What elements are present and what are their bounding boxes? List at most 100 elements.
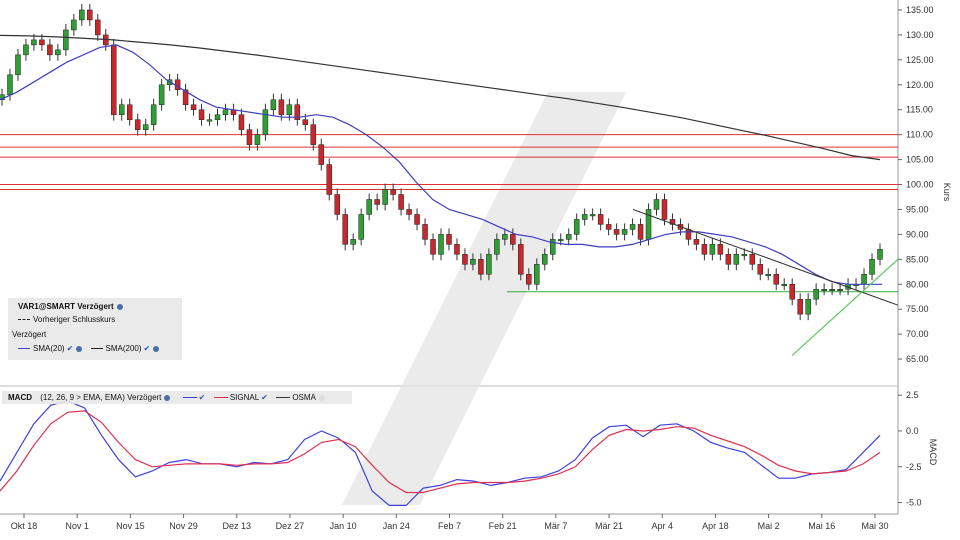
price-tick-label: 135.00 bbox=[906, 5, 934, 15]
candle-body bbox=[262, 109, 269, 135]
candle-body bbox=[7, 74, 13, 96]
x-tick-label: Feb 7 bbox=[438, 521, 461, 531]
candle-body bbox=[454, 244, 460, 255]
candle-body bbox=[206, 119, 213, 122]
candle-body bbox=[518, 244, 524, 275]
x-tick-label: Dez 13 bbox=[222, 521, 251, 531]
candle-body bbox=[565, 234, 572, 240]
candle-body bbox=[869, 259, 875, 275]
candle-body bbox=[693, 239, 700, 245]
price-tick-label: 80.00 bbox=[906, 279, 929, 289]
check-icon[interactable]: ✔ bbox=[261, 393, 268, 402]
candle-body bbox=[270, 99, 277, 110]
price-tick-label: 115.00 bbox=[906, 105, 933, 115]
candle-body bbox=[605, 224, 612, 230]
legend-title: VAR1@SMART Verzögert bbox=[18, 302, 114, 311]
candle-body bbox=[534, 264, 540, 285]
price-tick-label: 75.00 bbox=[906, 304, 929, 314]
candle-body bbox=[87, 9, 93, 21]
globe-icon[interactable] bbox=[76, 345, 83, 352]
candle-body bbox=[542, 254, 548, 265]
x-tick-label: Apr 18 bbox=[702, 521, 729, 531]
candle-body bbox=[79, 9, 85, 21]
candle-body bbox=[150, 104, 157, 125]
x-tick-label: Mai 16 bbox=[808, 521, 835, 531]
macd-legend-params: (12, 26, 9 > EMA, EMA) Verzögert bbox=[40, 393, 162, 402]
x-tick-label: Mär 7 bbox=[544, 521, 567, 531]
candle-body bbox=[510, 234, 516, 245]
price-tick-label: 70.00 bbox=[906, 329, 929, 339]
x-tick-label: Nov 1 bbox=[65, 521, 89, 531]
candle-body bbox=[621, 229, 628, 235]
candle-body bbox=[462, 254, 468, 265]
x-tick-label: Mai 2 bbox=[758, 521, 780, 531]
candle-body bbox=[805, 298, 811, 315]
candle-body bbox=[382, 189, 388, 205]
candle-body bbox=[278, 99, 285, 115]
candle-body bbox=[286, 104, 293, 115]
candle-body bbox=[358, 214, 364, 240]
candle-body bbox=[861, 274, 867, 285]
candle-body bbox=[613, 229, 620, 235]
x-tick-label: Nov 15 bbox=[116, 521, 145, 531]
candle-body bbox=[470, 259, 476, 265]
macd-legend-title: MACD bbox=[8, 393, 32, 402]
candle-body bbox=[765, 274, 772, 277]
candle-body bbox=[486, 254, 492, 275]
candle-body bbox=[797, 298, 803, 315]
candle-body bbox=[334, 194, 340, 215]
candle-body bbox=[63, 29, 69, 51]
check-icon[interactable]: ✔ bbox=[199, 393, 206, 402]
candle-body bbox=[557, 239, 564, 242]
candle-body bbox=[685, 229, 692, 240]
candle-body bbox=[781, 284, 787, 287]
globe-icon[interactable] bbox=[116, 303, 123, 310]
price-tick-label: 125.00 bbox=[906, 55, 934, 65]
candle-body bbox=[142, 124, 149, 130]
candle-body bbox=[597, 214, 604, 225]
candle-body bbox=[502, 234, 508, 240]
price-tick-label: 110.00 bbox=[906, 130, 933, 140]
globe-icon[interactable] bbox=[153, 345, 160, 352]
candle-body bbox=[342, 214, 348, 245]
candle-body bbox=[526, 274, 532, 285]
candle-body bbox=[318, 144, 325, 165]
check-icon[interactable]: ✔ bbox=[144, 344, 151, 353]
candle-body bbox=[629, 224, 636, 230]
x-tick-label: Nov 29 bbox=[169, 521, 198, 531]
osma-line-icon bbox=[276, 397, 291, 399]
candle-body bbox=[494, 239, 500, 255]
candle-body bbox=[573, 219, 580, 235]
candle-body bbox=[198, 109, 205, 120]
candle-body bbox=[71, 19, 77, 31]
candle-body bbox=[246, 129, 253, 145]
x-tick-label: Jan 24 bbox=[383, 521, 410, 531]
candle-body bbox=[406, 209, 412, 215]
candle-body bbox=[158, 84, 165, 105]
candle-body bbox=[653, 199, 660, 210]
candle-body bbox=[813, 288, 819, 300]
legend-sma200: SMA(200) bbox=[105, 344, 142, 353]
price-tick-label: 65.00 bbox=[906, 354, 929, 364]
price-tick-label: 130.00 bbox=[906, 30, 934, 40]
candle-body bbox=[789, 284, 795, 300]
candle-body bbox=[877, 249, 883, 260]
candle-body bbox=[190, 104, 197, 110]
check-icon[interactable]: ✔ bbox=[67, 344, 74, 353]
candle-body bbox=[749, 254, 756, 265]
price-tick-label: 90.00 bbox=[906, 229, 929, 239]
globe-icon[interactable] bbox=[318, 394, 325, 401]
candle-body bbox=[310, 124, 317, 145]
chart-root: 65.00 70.00 75.00 80.00 85.00 90.00 95.00 100.0… bbox=[0, 0, 960, 540]
x-tick-label: Mär 21 bbox=[595, 521, 623, 531]
candle-body bbox=[254, 134, 261, 145]
candle-body bbox=[39, 39, 45, 46]
candle-body bbox=[110, 44, 117, 115]
macd-legend-signal: SIGNAL bbox=[229, 393, 260, 402]
globe-icon[interactable] bbox=[164, 394, 171, 401]
candle-body bbox=[773, 274, 779, 285]
legend-title-row: VAR1@SMART Verzögert bbox=[18, 302, 123, 311]
macd-tick-label: 2.5 bbox=[906, 390, 919, 400]
dash-line-icon bbox=[18, 319, 30, 321]
candle-body bbox=[390, 189, 396, 195]
